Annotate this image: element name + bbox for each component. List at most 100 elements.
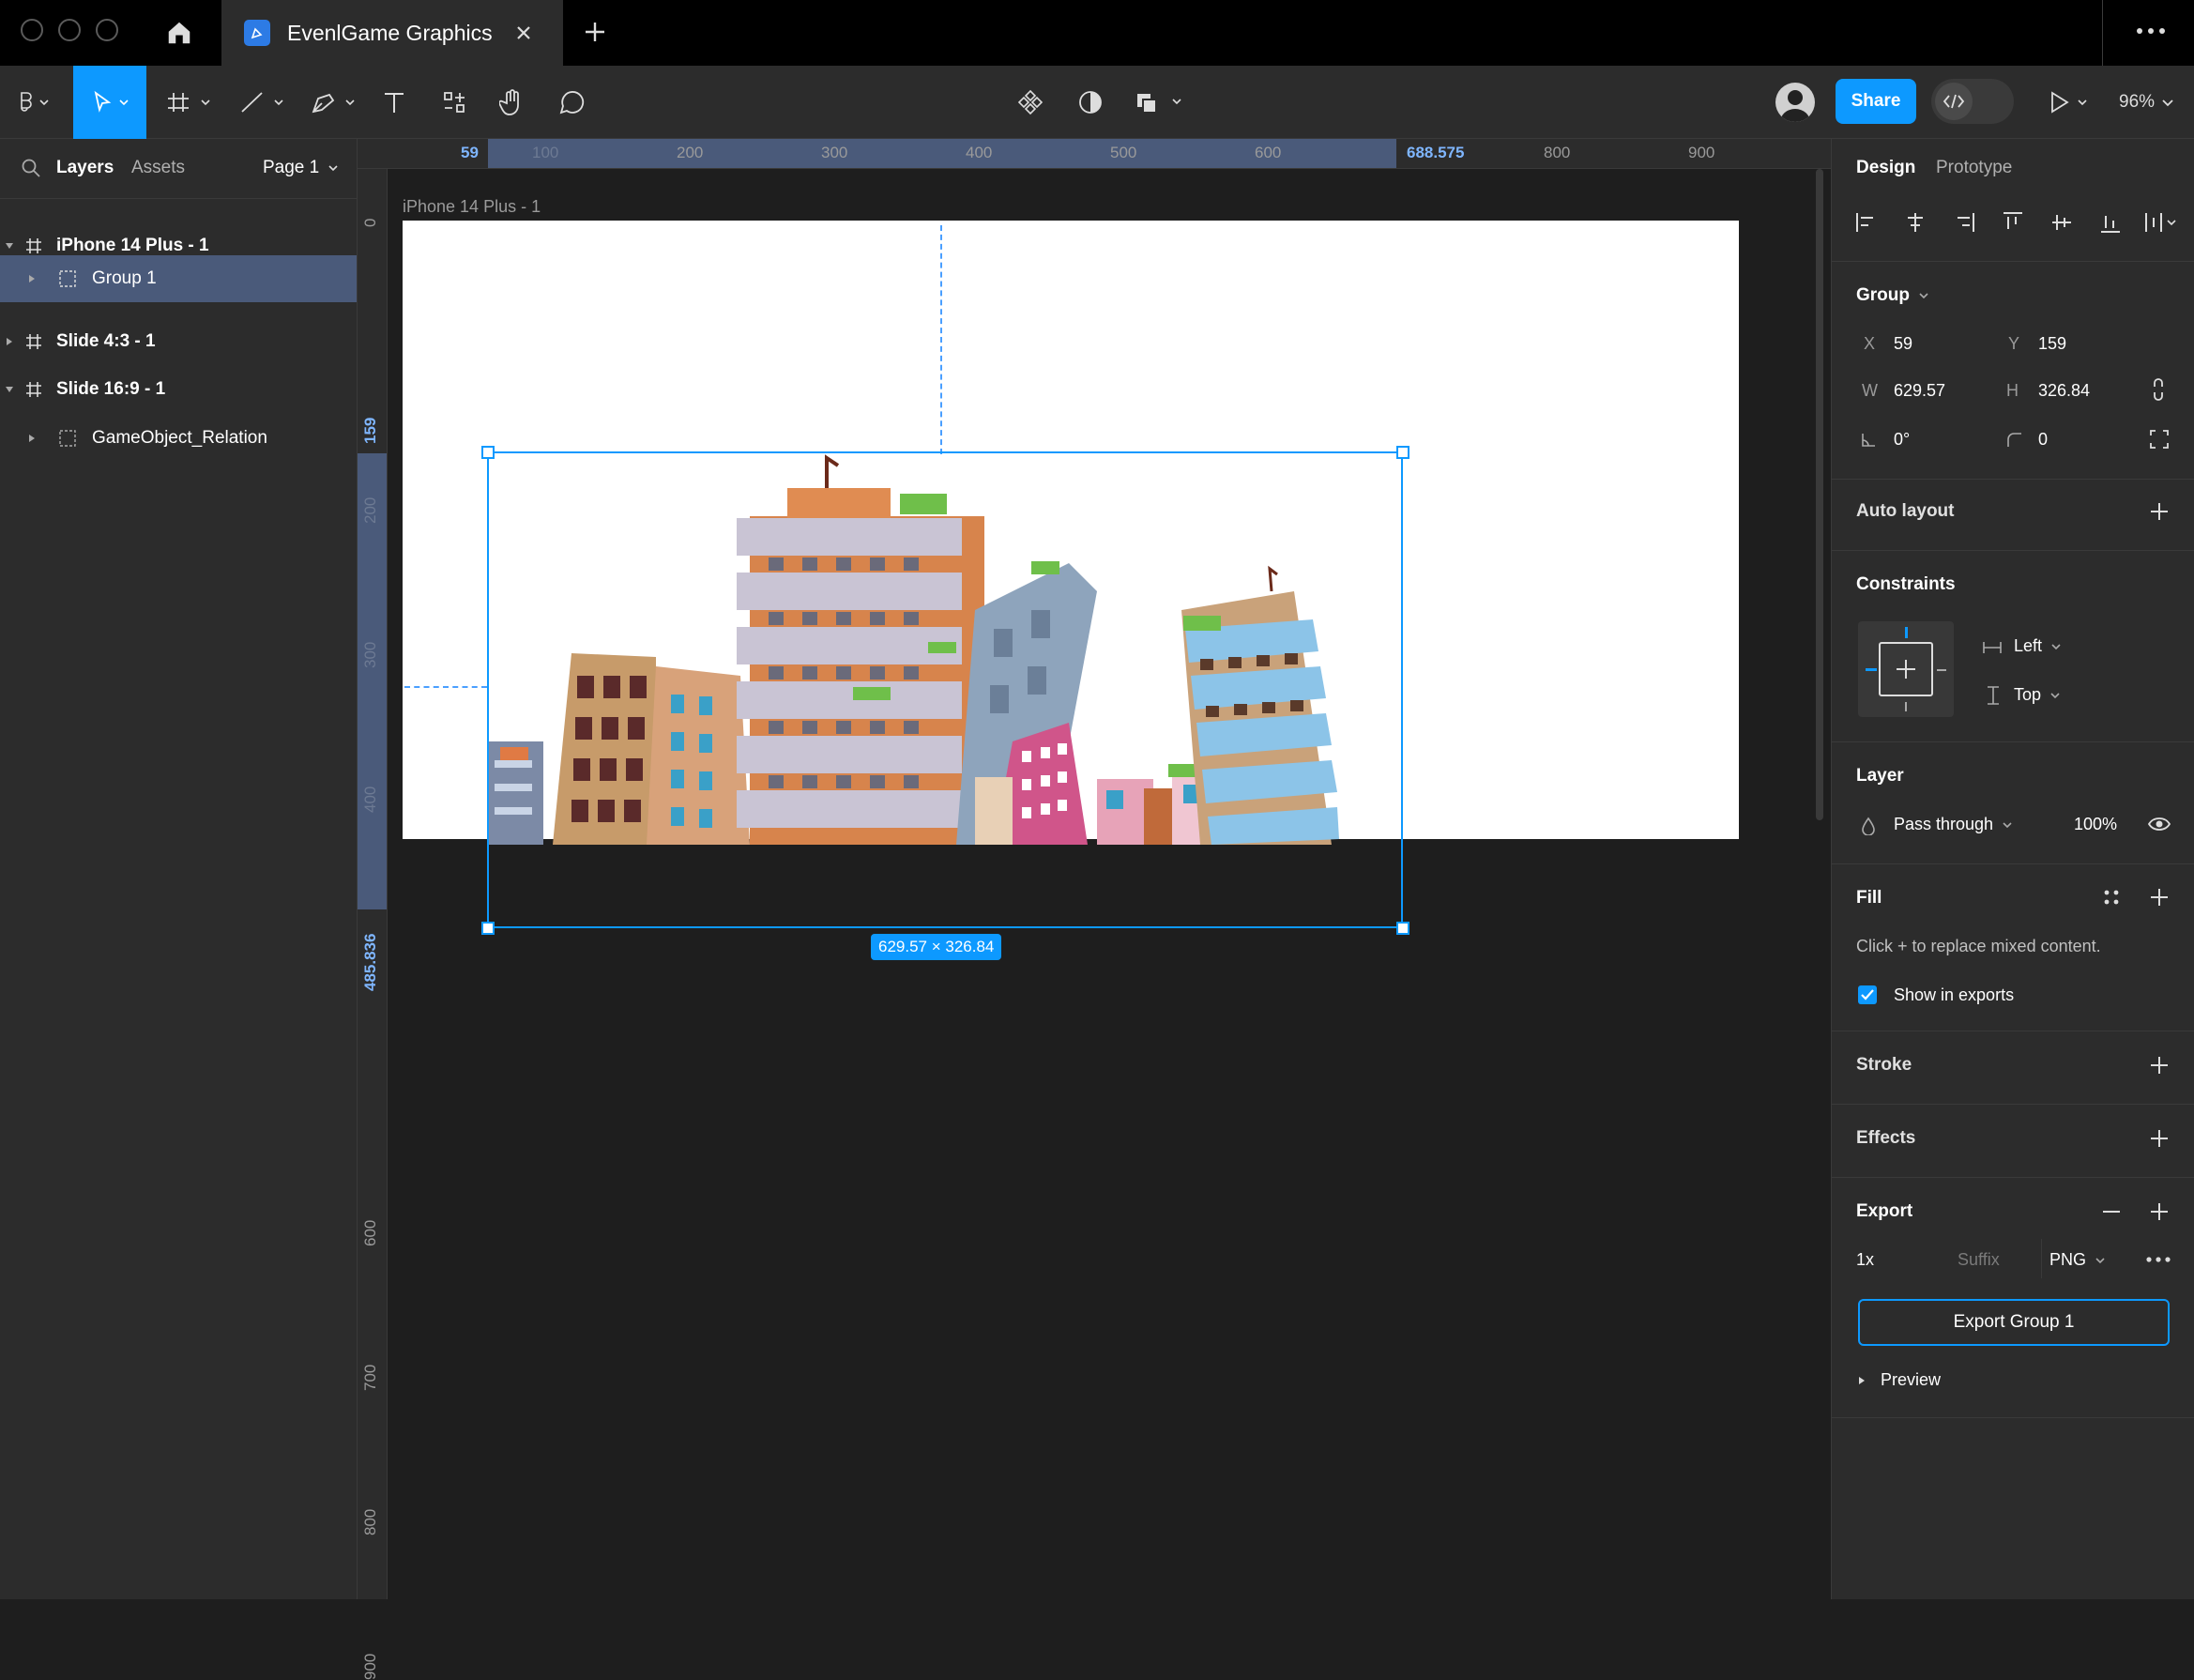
y-input[interactable]: 159 [2038,334,2066,354]
blend-mode-value: Pass through [1894,815,1994,833]
dev-mode-toggle[interactable] [1931,79,2014,124]
caret-right-icon[interactable] [26,273,38,284]
resize-handle-bottom-right[interactable] [1396,922,1409,935]
avatar[interactable] [1775,83,1815,122]
align-horizontal-center-icon[interactable] [1903,210,1927,235]
align-bottom-icon[interactable] [2098,210,2123,235]
home-icon[interactable] [165,19,193,47]
layer-row-slide-4-3[interactable]: Slide 4:3 - 1 [0,318,357,365]
export-settings-icon[interactable] [2145,1256,2171,1263]
constrain-proportions-icon[interactable] [2148,377,2169,402]
preview-toggle[interactable]: Preview [1856,1370,1941,1390]
x-input[interactable]: 59 [1894,334,1912,354]
vertical-constraint-select[interactable]: Top [2014,685,2062,705]
constraints-widget[interactable] [1858,621,1954,717]
maximize-window-button[interactable] [96,19,118,41]
hand-tool[interactable] [495,66,529,139]
caret-right-icon[interactable] [4,336,15,347]
resize-handle-top-left[interactable] [481,446,495,459]
blend-mode-select[interactable]: Pass through [1894,815,2014,834]
vertical-scrollbar[interactable] [1816,169,1823,820]
add-export-icon[interactable] [2148,1200,2171,1223]
resize-handle-top-right[interactable] [1396,446,1409,459]
effects-title: Effects [1856,1128,1916,1148]
layer-row-group-1[interactable]: Group 1 [0,255,357,302]
opacity-input[interactable]: 100% [2074,815,2117,834]
caret-right-icon [1859,1376,1865,1384]
close-window-button[interactable] [21,19,43,41]
comment-tool[interactable] [554,66,587,139]
show-in-exports-checkbox[interactable] [1858,985,1877,1004]
remove-export-icon[interactable] [2100,1200,2123,1223]
caret-right-icon[interactable] [26,433,38,444]
more-options-icon[interactable] [2136,26,2166,36]
component-tool[interactable] [1013,66,1047,139]
group-type-menu[interactable]: Group [1856,285,1930,306]
layer-row-gameobject-relation[interactable]: GameObject_Relation [0,415,357,462]
ruler-tick: 600 [1255,144,1282,161]
tab-design[interactable]: Design [1856,158,1915,178]
export-suffix-input[interactable]: Suffix [1937,1239,2042,1278]
file-tab[interactable]: EvenlGame Graphics [221,0,563,66]
ruler-selection-end: 485.836 [361,933,379,991]
corner-radius-input[interactable]: 0 [2038,430,2048,450]
close-tab-icon[interactable] [515,24,532,41]
align-top-icon[interactable] [2001,210,2025,235]
align-left-icon[interactable] [1854,210,1879,235]
layer-row-slide-16-9[interactable]: Slide 16:9 - 1 [0,366,357,413]
frame-label[interactable]: iPhone 14 Plus - 1 [403,197,541,217]
height-input[interactable]: 326.84 [2038,381,2090,401]
zoom-menu[interactable]: 96% [2119,66,2175,139]
export-format-select[interactable]: PNG [2049,1250,2107,1270]
move-tool[interactable] [73,66,146,139]
resources-tool[interactable] [437,66,471,139]
pen-icon [312,93,355,114]
minimize-window-button[interactable] [58,19,81,41]
mask-tool[interactable] [1074,66,1107,139]
independent-corners-icon[interactable] [2148,428,2171,451]
tab-layers[interactable]: Layers [56,158,114,178]
line-tool[interactable] [235,66,287,139]
caret-down-icon[interactable] [4,384,15,395]
styles-icon[interactable] [2102,888,2121,907]
tab-assets[interactable]: Assets [131,158,185,178]
cursor-icon [94,90,129,113]
share-button[interactable]: Share [1836,79,1916,124]
search-icon[interactable] [21,158,41,178]
add-effect-icon[interactable] [2148,1127,2171,1150]
boolean-tool[interactable] [1132,66,1188,139]
horizontal-constraint-select[interactable]: Left [2014,636,2063,656]
rotation-input[interactable]: 0° [1894,430,1910,450]
measure-guide [404,686,487,688]
export-scale-select[interactable]: 1x [1856,1250,1874,1270]
text-tool[interactable] [377,66,411,139]
main-menu-icon[interactable] [9,66,56,139]
distribute-icon[interactable] [2143,210,2181,235]
add-auto-layout-icon[interactable] [2148,500,2171,523]
add-stroke-icon[interactable] [2148,1054,2171,1077]
export-button[interactable]: Export Group 1 [1858,1299,2170,1346]
align-vertical-center-icon[interactable] [2049,210,2074,235]
frame-tool[interactable] [161,66,214,139]
resize-handle-bottom-left[interactable] [481,922,495,935]
chevron-down-icon [328,165,338,172]
layer-title: Layer [1856,766,1904,786]
page-selector[interactable]: Page 1 [263,158,340,178]
width-input[interactable]: 629.57 [1894,381,1945,401]
ruler-tick: 200 [361,496,379,524]
new-tab-icon[interactable] [582,19,608,45]
present-button[interactable] [2042,66,2095,139]
tab-prototype[interactable]: Prototype [1936,158,2012,178]
ruler-tick: 300 [821,144,848,161]
ruler-tick: 400 [966,144,993,161]
eye-icon[interactable] [2147,815,2171,833]
add-fill-icon[interactable] [2148,886,2171,909]
ruler-tick: 100 [532,144,559,161]
caret-down-icon[interactable] [4,240,15,252]
align-right-icon[interactable] [1952,210,1976,235]
pen-tool[interactable] [306,66,358,139]
layer-name: GameObject_Relation [92,428,267,448]
selection-box[interactable] [487,451,1403,928]
w-label: W [1862,381,1878,400]
canvas[interactable]: iPhone 14 Plus - 1 629.57 × 326.84 [388,169,1831,1599]
